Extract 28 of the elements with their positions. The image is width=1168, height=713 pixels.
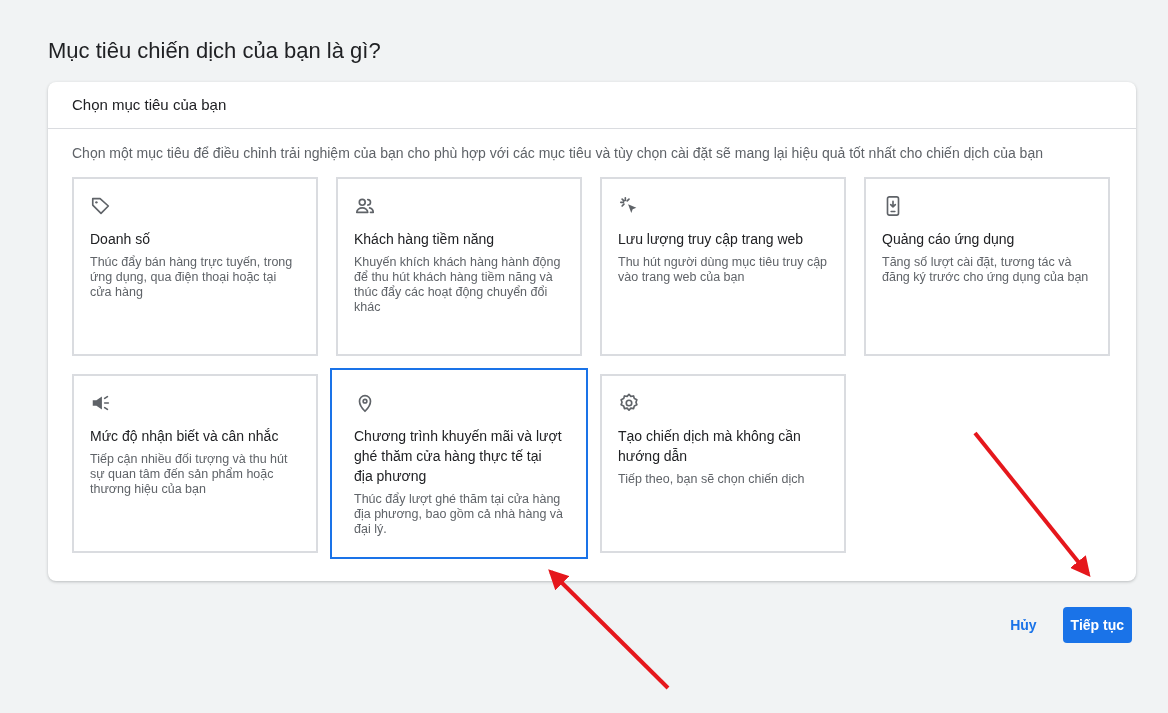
goal-title: Chương trình khuyến mãi và lượt ghé thăm cửa hàng thực tế tại địa phương xyxy=(354,427,563,486)
gear-icon xyxy=(618,392,640,414)
page-title: Mục tiêu chiến dịch của bạn là gì? xyxy=(48,38,382,64)
goal-title: Lưu lượng truy cập trang web xyxy=(618,230,805,249)
goal-tile[interactable]: Lưu lượng truy cập trang web Thu hút người dùng mục tiêu truy cập vào trang web của bạn xyxy=(600,177,846,356)
goal-description: Khuyến khích khách hàng hành động để thu hút khách hàng tiềm năng và thúc đẩy các hoạt động chuyển đổi khác xyxy=(354,255,562,315)
panel-title: Chọn mục tiêu của bạn xyxy=(48,82,1136,129)
goal-description: Thu hút người dùng mục tiêu truy cập vào trang web của bạn xyxy=(618,255,828,285)
goal-description: Tăng số lượt cài đặt, tương tác và đăng ký trước cho ứng dụng của bạn xyxy=(882,255,1090,285)
goal-tile[interactable]: Khách hàng tiềm năng Khuyến khích khách hàng hành động để thu hút khách hàng tiềm năng và thúc đẩy các hoạt động chuyển đổi khác xyxy=(336,177,582,356)
goal-description: Thúc đẩy lượt ghé thăm tại cửa hàng địa phương, bao gồm cả nhà hàng và đại lý. xyxy=(354,492,564,537)
goal-description: Tiếp cận nhiều đối tượng và thu hút sự quan tâm đến sản phẩm hoặc thương hiệu của bạn xyxy=(90,452,289,497)
goal-title: Quảng cáo ứng dụng xyxy=(882,230,1016,249)
goal-title: Mức độ nhận biết và cân nhắc xyxy=(90,427,280,446)
tag-icon xyxy=(90,195,112,217)
goal-title: Khách hàng tiềm năng xyxy=(354,230,496,249)
goal-tile[interactable]: Quảng cáo ứng dụng Tăng số lượt cài đặt, tương tác và đăng ký trước cho ứng dụng của bạn xyxy=(864,177,1110,356)
goal-title: Doanh số xyxy=(90,230,151,249)
panel-description: Chọn một mục tiêu để điều chỉnh trải nghiệm của bạn cho phù hợp với các mục tiêu và tùy chọn cài đặt sẽ mang lại hiệu quả tốt nhất cho chiến dịch của bạn xyxy=(72,145,1044,161)
goal-title: Tạo chiến dịch mà không cần hướng dẫn xyxy=(618,427,802,466)
goal-tile[interactable]: Doanh số Thúc đẩy bán hàng trực tuyến, trong ứng dụng, qua điện thoại hoặc tại cửa hàng xyxy=(72,177,318,356)
goal-description: Tiếp theo, bạn sẽ chọn chiến dịch xyxy=(618,472,806,487)
cancel-button[interactable]: Hủy xyxy=(998,609,1049,641)
goal-tile[interactable]: Tạo chiến dịch mà không cần hướng dẫn Tiếp theo, bạn sẽ chọn chiến dịch xyxy=(600,374,846,553)
goal-tile[interactable]: Mức độ nhận biết và cân nhắc Tiếp cận nhiều đối tượng và thu hút sự quan tâm đến sản phẩm hoặc thương hiệu của bạn xyxy=(72,374,318,553)
continue-button[interactable]: Tiếp tục xyxy=(1062,607,1132,643)
goal-tile[interactable]: Chương trình khuyến mãi và lượt ghé thăm cửa hàng thực tế tại địa phương Thúc đẩy lượt ghé thăm tại cửa hàng địa phương, bao gồm cả nhà hàng và đại lý. xyxy=(330,368,588,559)
goal-description: Thúc đẩy bán hàng trực tuyến, trong ứng dụng, qua điện thoại hoặc tại cửa hàng xyxy=(90,255,294,300)
